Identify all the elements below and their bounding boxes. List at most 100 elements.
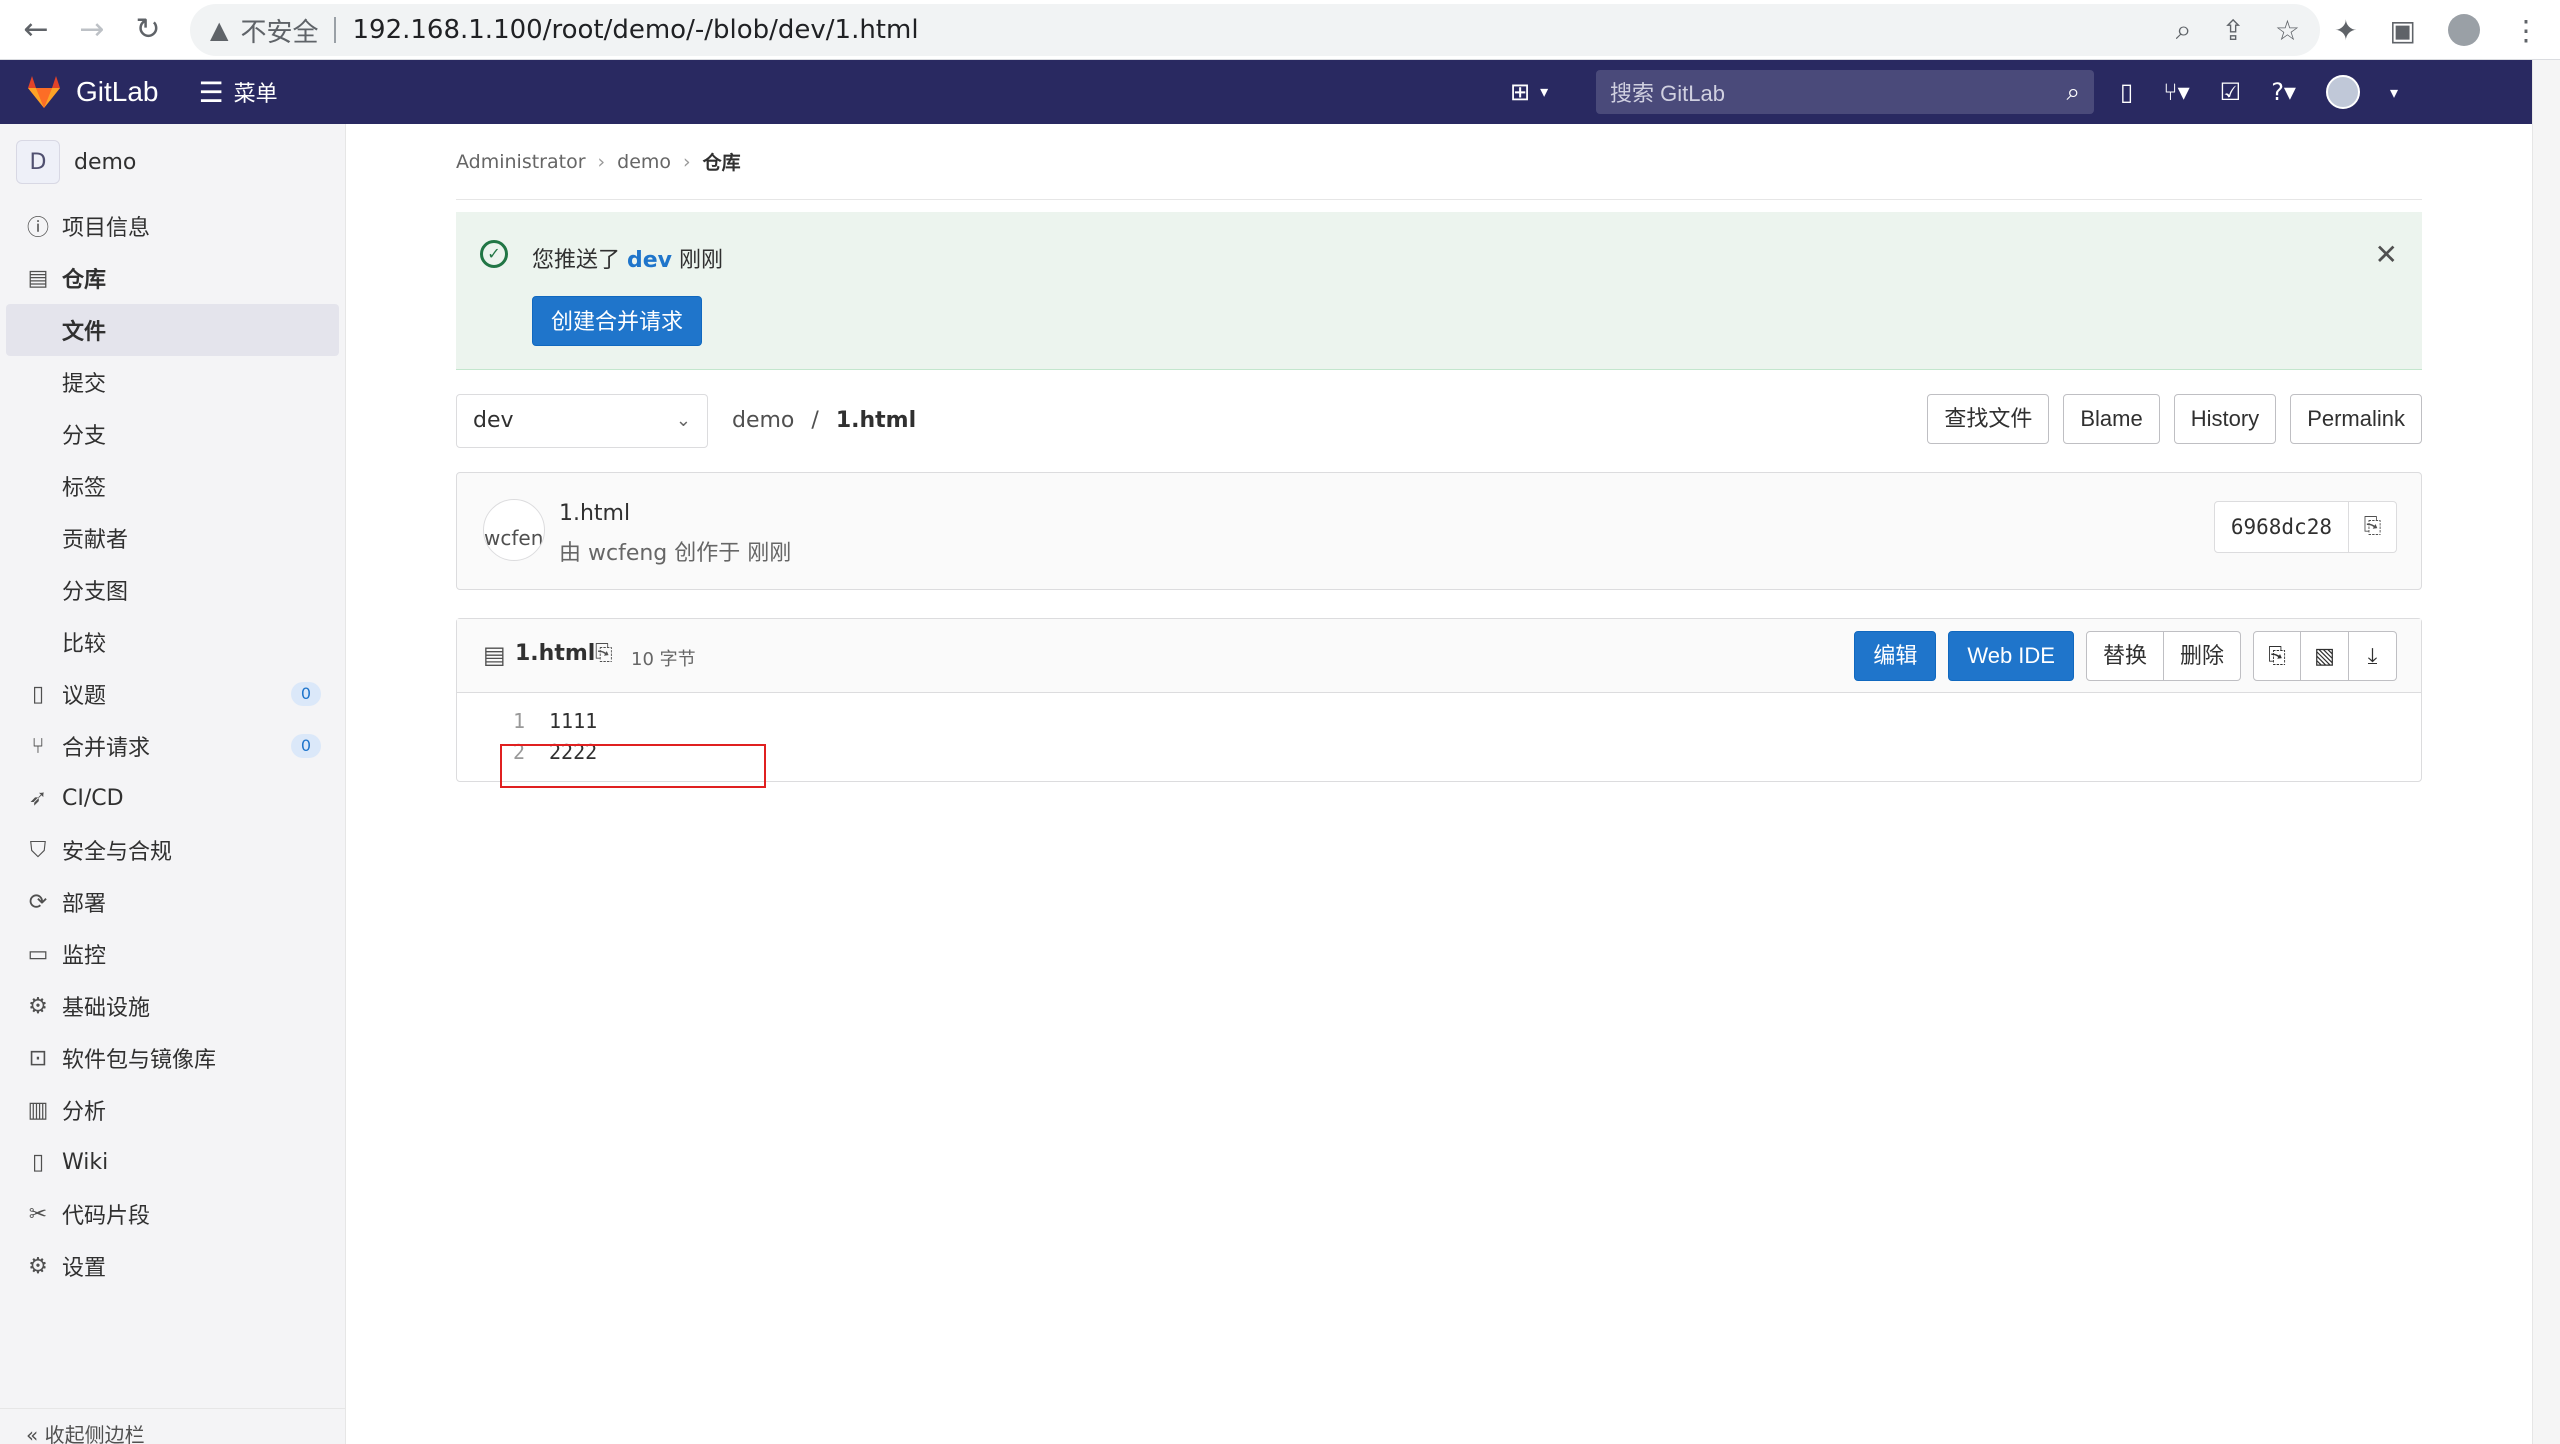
sidebar-item-label: 监控 xyxy=(62,944,107,969)
gitlab-logo[interactable]: GitLab xyxy=(24,72,159,112)
sidebar-subitem-tags[interactable]: 标签 xyxy=(0,460,345,512)
shield-icon: ⛉ xyxy=(29,837,47,863)
collapse-sidebar-button[interactable]: « 收起侧边栏 xyxy=(0,1408,345,1444)
copy-contents-icon[interactable]: ⎘ xyxy=(2253,631,2301,681)
sidebar-item-label: 议题 xyxy=(62,684,107,709)
annotation-highlight-box xyxy=(500,744,766,788)
sidebar-item-merge-requests[interactable]: ⑂ 合并请求 0 xyxy=(0,720,345,772)
warning-triangle-icon: ▲ xyxy=(210,16,229,44)
find-file-button[interactable]: 查找文件 xyxy=(1927,394,2050,444)
collapse-sidebar-label: 收起侧边栏 xyxy=(44,1423,145,1444)
sidebar-item-wiki[interactable]: ▯ Wiki xyxy=(0,1136,345,1188)
sidebar-item-label: 项目信息 xyxy=(62,216,151,241)
bookmark-star-icon[interactable]: ☆ xyxy=(2275,14,2300,47)
sidebar-item-analytics[interactable]: ▥ 分析 xyxy=(0,1084,345,1136)
sidebar-item-snippets[interactable]: ✂ 代码片段 xyxy=(0,1188,345,1240)
sidebar-item-security[interactable]: ⛉ 安全与合规 xyxy=(0,824,345,876)
sidebar-item-repository[interactable]: ▤ 仓库 xyxy=(0,252,345,304)
share-icon[interactable]: ⇪ xyxy=(2221,14,2244,47)
sidebar-subitem-compare[interactable]: 比较 xyxy=(0,616,345,668)
sidebar-item-issues[interactable]: ▯ 议题 0 xyxy=(0,668,345,720)
search-icon: ⌕ xyxy=(2066,78,2080,106)
forward-arrow-icon[interactable]: → xyxy=(72,10,112,50)
new-item-dropdown[interactable]: ⊞ ▾ xyxy=(1510,78,1548,106)
browser-menu-icon[interactable]: ⋮ xyxy=(2512,14,2540,47)
sidebar-item-settings[interactable]: ⚙ 设置 xyxy=(0,1240,345,1292)
main-menu-button[interactable]: ☰ 菜单 xyxy=(199,76,278,109)
breadcrumb-project[interactable]: demo xyxy=(617,151,671,173)
breadcrumb-current[interactable]: 仓库 xyxy=(703,148,741,175)
help-icon[interactable]: ?▾ xyxy=(2271,78,2296,106)
line-number[interactable]: 1 xyxy=(457,709,549,733)
sidebar-subitem-contributors[interactable]: 贡献者 xyxy=(0,512,345,564)
url-text[interactable]: 192.168.1.100/root/demo/-/blob/dev/1.htm… xyxy=(352,15,918,45)
profile-avatar-icon[interactable] xyxy=(2448,14,2480,46)
permalink-button[interactable]: Permalink xyxy=(2290,394,2422,444)
open-raw-icon[interactable]: ▧ xyxy=(2301,631,2349,681)
page-scrollbar[interactable] xyxy=(2532,60,2560,1444)
todos-icon[interactable]: ☑ xyxy=(2220,78,2242,106)
issues-icon[interactable]: ▯ xyxy=(2120,78,2133,106)
sidebar-item-deployments[interactable]: ⟳ 部署 xyxy=(0,876,345,928)
merge-requests-icon[interactable]: ⑂▾ xyxy=(2163,78,2189,106)
zoom-icon[interactable]: ⌕ xyxy=(2176,13,2192,47)
blame-button[interactable]: Blame xyxy=(2063,394,2160,444)
sidebar-subitem-graph[interactable]: 分支图 xyxy=(0,564,345,616)
deployments-icon: ⟳ xyxy=(28,889,48,915)
sidebar-item-packages[interactable]: ⊡ 软件包与镜像库 xyxy=(0,1032,345,1084)
sidebar-subitem-commits[interactable]: 提交 xyxy=(0,356,345,408)
extensions-puzzle-icon[interactable]: ✦ xyxy=(2334,14,2357,47)
branch-selector-value: dev xyxy=(473,408,514,433)
gear-icon: ⚙ xyxy=(28,1253,48,1279)
back-arrow-icon[interactable]: ← xyxy=(16,10,56,50)
history-button[interactable]: History xyxy=(2173,394,2277,444)
download-icon[interactable]: ⤓ xyxy=(2349,631,2397,681)
project-name: demo xyxy=(74,149,137,175)
commit-meta: 由 wcfeng 创作于 刚刚 xyxy=(559,541,792,566)
side-panel-icon[interactable]: ▣ xyxy=(2390,14,2416,47)
line-content: 1111 xyxy=(549,708,598,733)
address-bar[interactable]: ▲ 不安全 192.168.1.100/root/demo/-/blob/dev… xyxy=(190,4,2320,56)
blob-file-name: 1.html xyxy=(515,641,596,666)
push-alert-branch[interactable]: dev xyxy=(627,248,672,273)
scissors-icon: ✂ xyxy=(28,1201,48,1227)
sidebar-item-project-info[interactable]: ⓘ 项目信息 xyxy=(0,200,345,252)
project-avatar: D xyxy=(16,140,60,184)
copy-sha-clipboard-icon[interactable]: ⎘ xyxy=(2349,501,2397,553)
create-merge-request-button[interactable]: 创建合并请求 xyxy=(532,296,703,346)
replace-button[interactable]: 替换 xyxy=(2085,631,2164,681)
edit-button[interactable]: 编辑 xyxy=(1854,631,1937,681)
reload-icon[interactable]: ↻ xyxy=(128,10,168,50)
copy-path-clipboard-icon[interactable]: ⎘ xyxy=(595,641,613,666)
breadcrumb: Administrator › demo › 仓库 xyxy=(456,124,2422,200)
web-ide-button[interactable]: Web IDE xyxy=(1948,631,2074,681)
push-alert: ✓ 您推送了 dev 刚刚 ✕ 创建合并请求 xyxy=(456,212,2422,370)
commit-sha[interactable]: 6968dc28 xyxy=(2213,501,2349,553)
search-placeholder: 搜索 GitLab xyxy=(1610,81,1725,106)
sidebar-subitem-files[interactable]: 文件 xyxy=(6,304,339,356)
commit-author-avatar[interactable]: wcfeng xyxy=(483,499,545,561)
delete-button[interactable]: 删除 xyxy=(2163,631,2241,681)
sidebar-subitem-branches[interactable]: 分支 xyxy=(0,408,345,460)
blob-file-size: 10 字节 xyxy=(631,649,696,670)
user-menu-chevron-icon[interactable]: ▾ xyxy=(2390,83,2398,102)
search-input[interactable]: 搜索 GitLab ⌕ xyxy=(1596,70,2094,114)
sidebar-item-monitor[interactable]: ▭ 监控 xyxy=(0,928,345,980)
book-icon: ▯ xyxy=(31,1149,45,1175)
merge-request-icon: ⑂ xyxy=(31,733,45,759)
path-project[interactable]: demo xyxy=(732,408,794,433)
package-icon: ⊡ xyxy=(28,1045,48,1071)
browser-extensions: ✦ ▣ ⋮ xyxy=(2334,0,2540,60)
sidebar-item-label: 软件包与镜像库 xyxy=(62,1048,217,1073)
sidebar-item-label: 安全与合规 xyxy=(62,840,173,865)
breadcrumb-admin[interactable]: Administrator xyxy=(456,151,586,173)
close-icon[interactable]: ✕ xyxy=(2375,238,2398,271)
sidebar-item-cicd[interactable]: ➶ CI/CD xyxy=(0,772,345,824)
user-avatar[interactable] xyxy=(2325,75,2360,109)
branch-selector[interactable]: dev ⌄ xyxy=(456,394,708,448)
replace-delete-group: 替换 删除 xyxy=(2085,631,2241,681)
sidebar-project-header[interactable]: D demo xyxy=(0,124,345,200)
sidebar-item-label: 部署 xyxy=(62,892,107,917)
sidebar-item-infrastructure[interactable]: ⚙ 基础设施 xyxy=(0,980,345,1032)
commit-title[interactable]: 1.html xyxy=(559,501,630,526)
